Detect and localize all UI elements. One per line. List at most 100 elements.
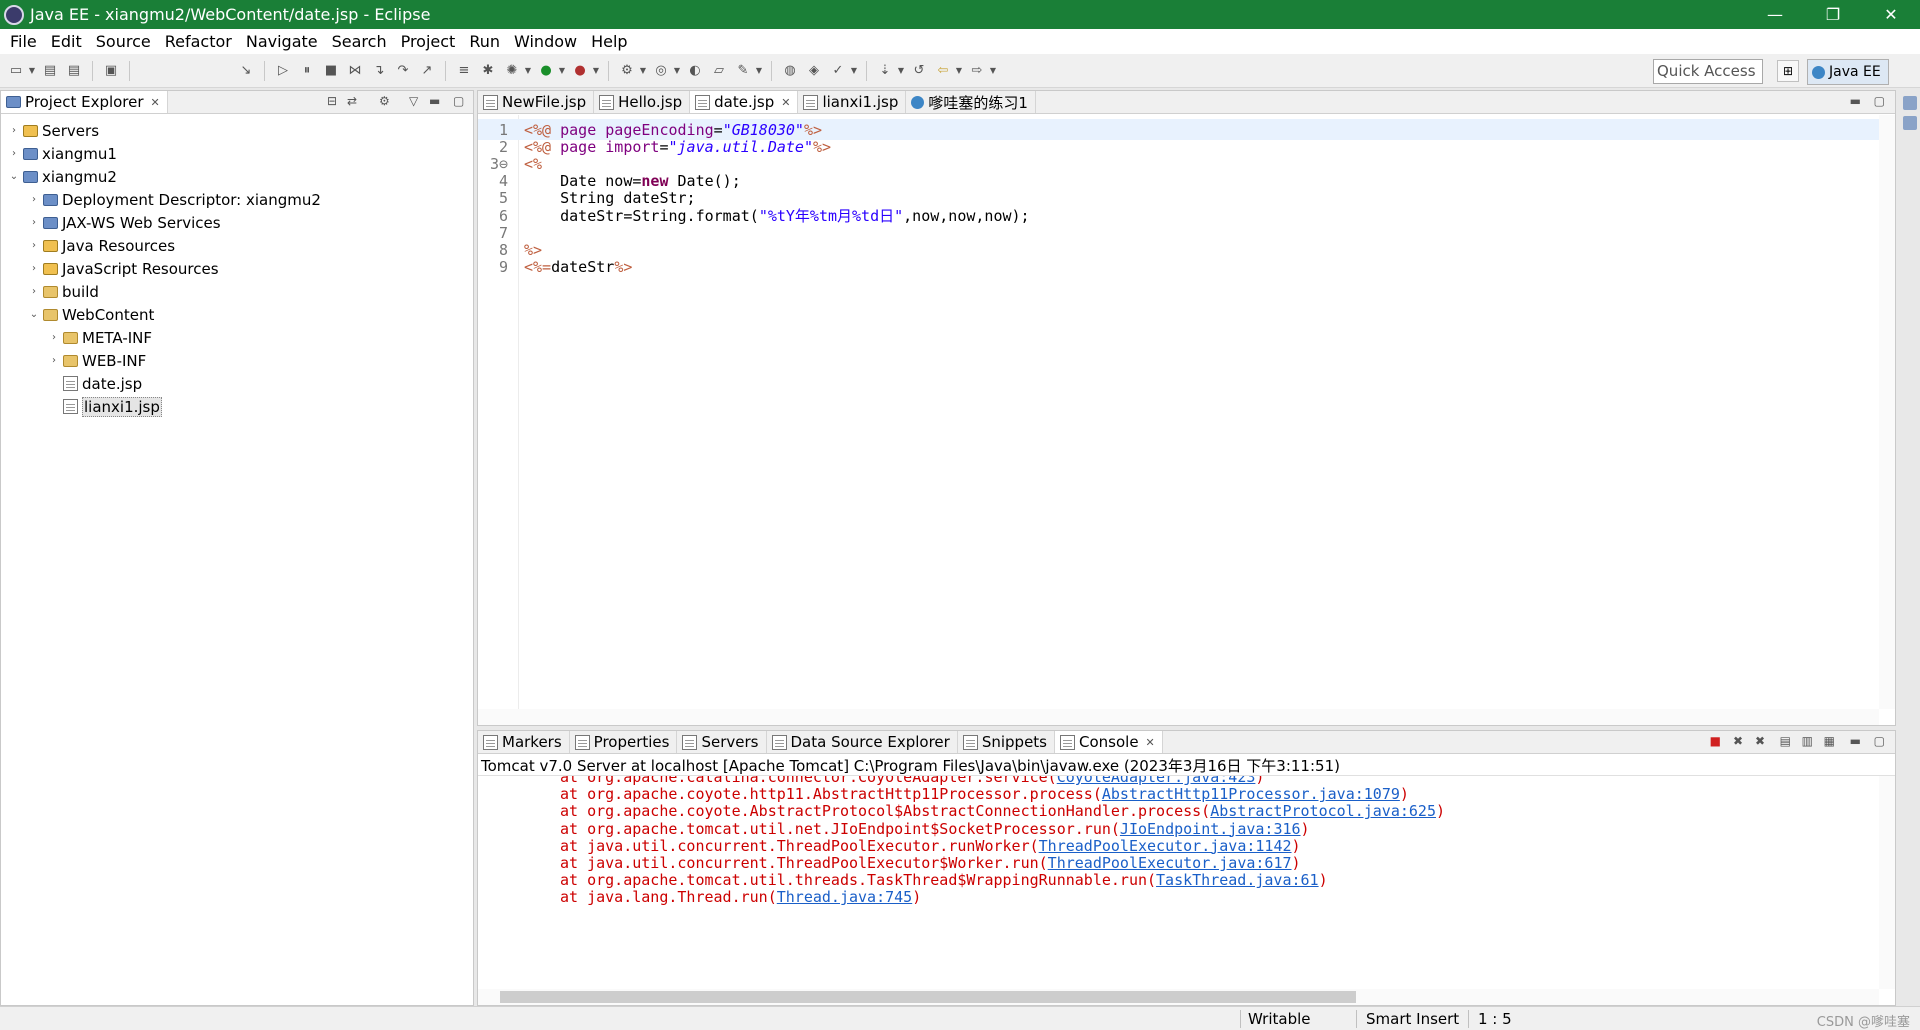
expand-twisty-icon[interactable]: › xyxy=(49,332,59,343)
terminal-icon[interactable]: ▣ xyxy=(101,61,121,81)
forward-icon[interactable]: ⇨ xyxy=(967,61,987,81)
menu-window[interactable]: Window xyxy=(507,32,584,51)
maximize-console-icon[interactable]: ▢ xyxy=(1874,734,1885,748)
expand-twisty-icon[interactable]: › xyxy=(9,125,19,136)
tree-item[interactable]: › JavaScript Resources xyxy=(29,257,219,280)
tree-item[interactable]: › Deployment Descriptor: xiangmu2 xyxy=(29,188,321,211)
back-dropdown-icon[interactable]: ▼ xyxy=(954,61,964,81)
stack-trace-link[interactable]: TaskThread.java:61 xyxy=(1156,871,1319,889)
stack-trace-link[interactable]: AbstractProtocol.java:625 xyxy=(1210,802,1436,820)
new-icon[interactable]: ▭ xyxy=(6,61,26,81)
minimize-button[interactable]: — xyxy=(1746,0,1804,29)
expand-twisty-icon[interactable]: › xyxy=(29,263,39,274)
external-tools-dropdown-icon[interactable]: ▼ xyxy=(591,61,601,81)
open-folder-icon[interactable]: ▱ xyxy=(709,61,729,81)
minimize-view-icon[interactable]: ▬ xyxy=(429,94,440,108)
expand-twisty-icon[interactable]: › xyxy=(29,240,39,251)
next-annotation-icon[interactable]: ⇣ xyxy=(875,61,895,81)
new-server-icon[interactable]: ⚙ xyxy=(617,61,637,81)
terminate-console-icon[interactable]: ■ xyxy=(1710,734,1721,748)
new-server-dropdown-icon[interactable]: ▼ xyxy=(638,61,648,81)
tab-snippets[interactable]: Snippets xyxy=(958,731,1055,753)
clear-console-icon[interactable]: ▤ xyxy=(1780,734,1791,748)
search-dropdown-icon[interactable]: ▼ xyxy=(754,61,764,81)
menu-navigate[interactable]: Navigate xyxy=(239,32,325,51)
code-area[interactable]: 1 <%@ page pageEncoding="GB18030"%> 2 <%@ p… xyxy=(478,115,1879,709)
maximize-editor-icon[interactable]: ▢ xyxy=(1874,94,1885,108)
tab-date-jsp[interactable]: date.jsp ✕ xyxy=(690,91,799,113)
stack-trace-link[interactable]: JIoEndpoint.java:316 xyxy=(1120,820,1301,838)
tree-item[interactable]: › build xyxy=(29,280,99,303)
terminate-icon[interactable]: ■ xyxy=(321,61,341,81)
tab-data-source-explorer[interactable]: Data Source Explorer xyxy=(767,731,958,753)
quick-access-field[interactable]: Quick Access xyxy=(1653,59,1763,84)
menu-search[interactable]: Search xyxy=(325,32,394,51)
tree-item[interactable]: › xiangmu1 xyxy=(9,142,117,165)
remove-launch-icon[interactable]: ✖ xyxy=(1733,734,1743,748)
tab-newfile-jsp[interactable]: NewFile.jsp xyxy=(478,91,595,113)
link-with-editor-icon[interactable]: ⇄ xyxy=(347,94,357,108)
tree-item[interactable]: ⌄ xiangmu2 xyxy=(9,165,117,188)
restore-button[interactable]: ❐ xyxy=(1804,0,1862,29)
remove-all-launches-icon[interactable]: ✖ xyxy=(1755,734,1765,748)
build-all-icon[interactable]: ✱ xyxy=(478,61,498,81)
web-browser-icon[interactable]: ◈ xyxy=(804,61,824,81)
tree-item[interactable]: date.jsp xyxy=(49,372,142,395)
stack-trace-link[interactable]: Thread.java:745 xyxy=(777,888,912,906)
editor-vertical-scrollbar[interactable] xyxy=(1879,115,1895,709)
console-vertical-scrollbar[interactable] xyxy=(1879,776,1895,989)
annotation-dropdown-icon[interactable]: ▼ xyxy=(849,61,859,81)
console-horizontal-scrollbar[interactable] xyxy=(478,989,1879,1005)
filter-icon[interactable]: ⚙ xyxy=(379,94,390,108)
close-tab-icon[interactable]: ✕ xyxy=(781,96,790,109)
expand-twisty-icon[interactable]: › xyxy=(29,217,39,228)
code-line[interactable]: 9 <%=dateStr%> xyxy=(478,257,1879,278)
tree-item[interactable]: lianxi1.jsp xyxy=(49,395,162,418)
step-return-icon[interactable]: ↗ xyxy=(417,61,437,81)
menu-edit[interactable]: Edit xyxy=(44,32,89,51)
close-tab-icon[interactable]: ✕ xyxy=(1146,736,1155,749)
expand-twisty-icon[interactable]: › xyxy=(29,286,39,297)
stack-trace-link[interactable]: ThreadPoolExecutor.java:617 xyxy=(1048,854,1292,872)
menu-help[interactable]: Help xyxy=(584,32,634,51)
scroll-lock-icon[interactable]: ▥ xyxy=(1802,734,1813,748)
tab--1[interactable]: 嗲哇塞的练习1 xyxy=(906,91,1036,113)
close-icon[interactable]: ✕ xyxy=(151,96,160,109)
collapse-twisty-icon[interactable]: ⌄ xyxy=(29,309,39,320)
console-output[interactable]: at org.apache.catalina.connector.CoyoteA… xyxy=(478,776,1879,989)
outline-icon[interactable] xyxy=(1903,96,1917,110)
expand-twisty-icon[interactable]: › xyxy=(9,148,19,159)
stack-trace-link[interactable]: AbstractHttp11Processor.java:1079 xyxy=(1102,785,1400,803)
skip-breakpoints-icon[interactable]: ↘ xyxy=(236,61,256,81)
build-icon[interactable]: ≡ xyxy=(454,61,474,81)
suspend-icon[interactable]: ⏸ xyxy=(297,61,317,81)
save-icon[interactable]: ▤ xyxy=(40,61,60,81)
menu-project[interactable]: Project xyxy=(394,32,463,51)
open-type-icon[interactable]: ◐ xyxy=(685,61,705,81)
annotation-icon[interactable]: ✓ xyxy=(828,61,848,81)
close-button[interactable]: ✕ xyxy=(1862,0,1920,29)
tab-properties[interactable]: Properties xyxy=(570,731,678,753)
menu-file[interactable]: File xyxy=(3,32,44,51)
new-class-dropdown-icon[interactable]: ▼ xyxy=(672,61,682,81)
resume-icon[interactable]: ▷ xyxy=(273,61,293,81)
step-into-icon[interactable]: ↴ xyxy=(369,61,389,81)
run-icon[interactable]: ● xyxy=(536,61,556,81)
next-annotation-dropdown-icon[interactable]: ▼ xyxy=(896,61,906,81)
back-icon[interactable]: ⇦ xyxy=(933,61,953,81)
pin-console-icon[interactable]: ▦ xyxy=(1824,734,1835,748)
menu-refactor[interactable]: Refactor xyxy=(158,32,239,51)
minimize-console-icon[interactable]: ▬ xyxy=(1850,734,1861,748)
tree-item[interactable]: › WEB-INF xyxy=(49,349,146,372)
java-ee-perspective-button[interactable]: Java EE xyxy=(1807,59,1889,85)
tab-console[interactable]: Console ✕ xyxy=(1055,731,1163,753)
forward-dropdown-icon[interactable]: ▼ xyxy=(988,61,998,81)
maximize-view-icon[interactable]: ▢ xyxy=(453,94,464,108)
tree-item[interactable]: › JAX-WS Web Services xyxy=(29,211,221,234)
tab-lianxi1-jsp[interactable]: lianxi1.jsp xyxy=(798,91,907,113)
external-tools-icon[interactable]: ● xyxy=(570,61,590,81)
tab-servers[interactable]: Servers xyxy=(677,731,767,753)
stack-trace-link[interactable]: ThreadPoolExecutor.java:1142 xyxy=(1039,837,1292,855)
tree-item[interactable]: › Servers xyxy=(9,119,99,142)
expand-twisty-icon[interactable]: › xyxy=(29,194,39,205)
